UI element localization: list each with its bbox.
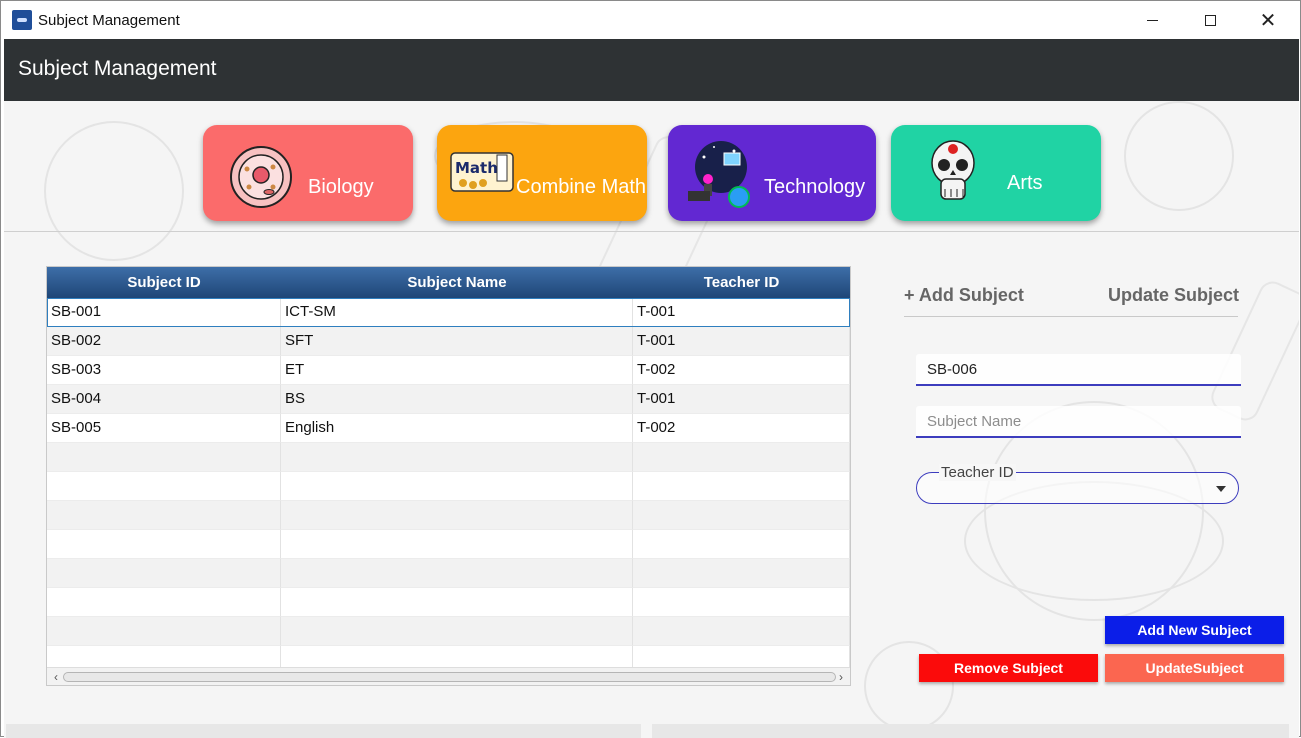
close-button[interactable]: ✕ [1239, 1, 1297, 39]
combine-math-label: Combine Math [516, 176, 647, 198]
arts-label: Arts [1007, 172, 1043, 194]
column-header-subject-name[interactable]: Subject Name [281, 267, 633, 298]
minimize-icon [1146, 19, 1158, 21]
table-cell: English [281, 414, 633, 443]
chevron-down-icon [1216, 486, 1226, 492]
empty-table-row[interactable] [47, 443, 850, 472]
table-row[interactable]: SB-004 BS T-001 [47, 385, 850, 414]
table-cell [633, 588, 850, 617]
table-cell [281, 501, 633, 530]
technology-icon [688, 141, 750, 208]
table-cell: SB-002 [47, 327, 281, 356]
table-cell: SB-004 [47, 385, 281, 414]
svg-text:Math: Math [455, 159, 498, 177]
table-cell: ET [281, 356, 633, 385]
scroll-right-icon[interactable]: › [834, 669, 848, 685]
table-row[interactable]: SB-005 English T-002 [47, 414, 850, 443]
subject-id-input[interactable] [916, 354, 1241, 384]
subject-id-field[interactable] [916, 354, 1241, 386]
close-icon: ✕ [1259, 8, 1277, 32]
table-cell [281, 443, 633, 472]
teacher-id-select[interactable]: Teacher ID [916, 464, 1239, 504]
table-cell: T-002 [633, 414, 850, 443]
biology-label: Biology [308, 176, 374, 198]
table-cell [281, 559, 633, 588]
table-cell [47, 501, 281, 530]
empty-table-row[interactable] [47, 559, 850, 588]
table-cell [47, 443, 281, 472]
app-header: Subject Management [4, 39, 1299, 101]
table-row[interactable]: SB-001 ICT-SM T-001 [47, 298, 850, 327]
combine-math-card[interactable]: Math Combine Math [437, 125, 647, 221]
table-row[interactable]: SB-002 SFT T-001 [47, 327, 850, 356]
add-new-subject-button[interactable]: Add New Subject [1105, 616, 1284, 644]
table-cell [633, 530, 850, 559]
form-tabs: + Add Subject Update Subject [904, 285, 1239, 317]
table-cell [47, 617, 281, 646]
table-cell [47, 588, 281, 617]
tab-update-subject[interactable]: Update Subject [1108, 285, 1239, 306]
empty-table-row[interactable] [47, 472, 850, 501]
empty-table-row[interactable] [47, 501, 850, 530]
subject-name-input[interactable] [916, 406, 1241, 436]
subject-name-field[interactable] [916, 406, 1241, 438]
skull-icon [931, 140, 975, 200]
scrollbar-thumb[interactable] [63, 672, 836, 682]
table-cell: T-001 [633, 298, 850, 327]
table-cell [633, 472, 850, 501]
table-cell: SB-001 [47, 298, 281, 327]
table-cell [47, 559, 281, 588]
biology-card[interactable]: Biology [203, 125, 413, 221]
table-cell [47, 472, 281, 501]
table-cell: SB-005 [47, 414, 281, 443]
table-cell: T-002 [633, 356, 850, 385]
arts-card[interactable]: Arts [891, 125, 1101, 221]
table-cell: ICT-SM [281, 298, 633, 327]
table-cell: SB-003 [47, 356, 281, 385]
scroll-left-icon[interactable]: ‹ [49, 669, 63, 685]
table-cell [633, 617, 850, 646]
table-cell [281, 617, 633, 646]
column-header-subject-id[interactable]: Subject ID [47, 267, 281, 298]
window-title: Subject Management [38, 12, 180, 29]
section-divider [4, 231, 1299, 232]
empty-table-row[interactable] [47, 530, 850, 559]
table-body: SB-001 ICT-SM T-001 SB-002 SFT T-001 SB-003 ET T… [47, 298, 850, 675]
empty-table-row[interactable] [47, 617, 850, 646]
table-cell [281, 588, 633, 617]
table-cell [281, 530, 633, 559]
table-cell: T-001 [633, 385, 850, 414]
table-cell: BS [281, 385, 633, 414]
maximize-button[interactable] [1181, 1, 1239, 39]
table-cell [633, 559, 850, 588]
math-icon: Math [450, 152, 514, 192]
column-header-teacher-id[interactable]: Teacher ID [633, 267, 850, 298]
table-cell [633, 501, 850, 530]
app-window: Subject Management ✕ Subject Management … [0, 0, 1301, 738]
title-bar[interactable]: Subject Management ✕ [1, 1, 1300, 39]
remove-subject-button[interactable]: Remove Subject [919, 654, 1098, 682]
table-cell: SFT [281, 327, 633, 356]
tab-add-subject[interactable]: + Add Subject [904, 285, 1024, 306]
table-header: Subject ID Subject Name Teacher ID [47, 267, 850, 298]
app-icon [12, 10, 32, 30]
teacher-id-label: Teacher ID [939, 464, 1016, 481]
table-row[interactable]: SB-003 ET T-002 [47, 356, 850, 385]
minimize-button[interactable] [1123, 1, 1181, 39]
table-cell: T-001 [633, 327, 850, 356]
page-title: Subject Management [18, 57, 217, 80]
horizontal-scrollbar[interactable]: ‹ › [47, 667, 850, 685]
cell-icon [230, 146, 292, 208]
subject-table[interactable]: Subject ID Subject Name Teacher ID SB-00… [46, 266, 851, 686]
table-cell [281, 472, 633, 501]
table-cell [633, 443, 850, 472]
empty-table-row[interactable] [47, 588, 850, 617]
technology-card[interactable]: Technology [668, 125, 876, 221]
table-cell [47, 530, 281, 559]
technology-label: Technology [764, 176, 866, 198]
update-subject-button[interactable]: UpdateSubject [1105, 654, 1284, 682]
maximize-icon [1204, 14, 1216, 26]
